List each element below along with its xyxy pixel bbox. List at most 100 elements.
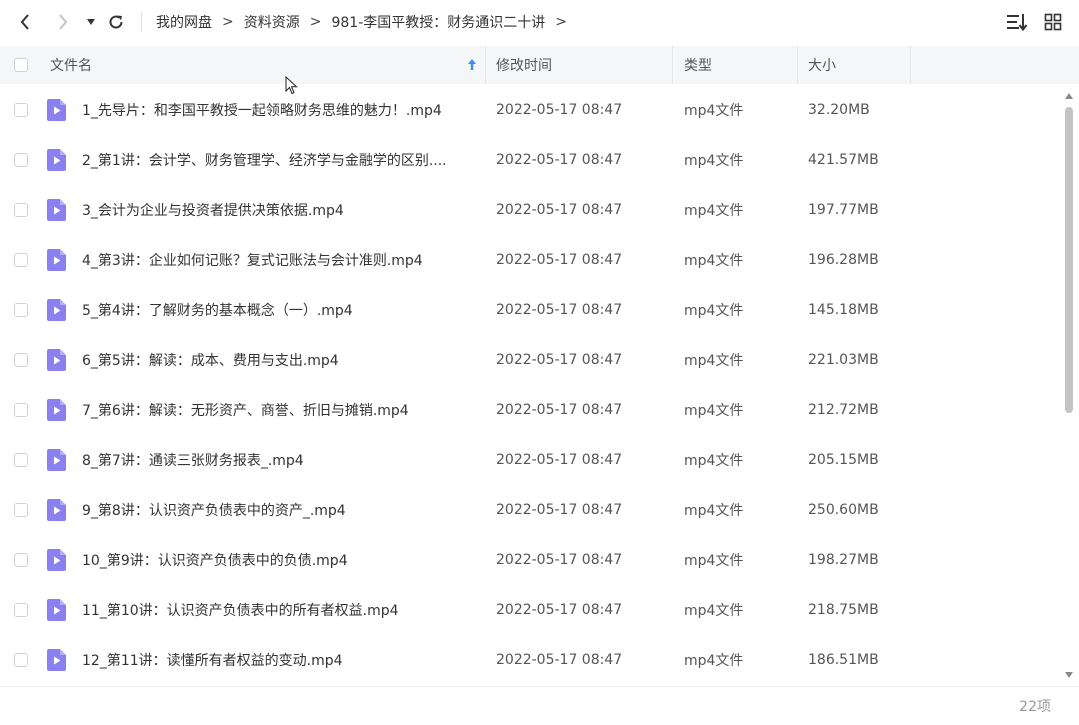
file-type: mp4文件: [684, 503, 744, 519]
file-row[interactable]: 12_第11讲：读懂所有者权益的变动.mp4 2022-05-17 08:47 mp…: [0, 635, 1060, 685]
row-checkbox-cell: [14, 335, 28, 385]
file-row[interactable]: 4_第3讲：企业如何记账？复式记账法与会计准则.mp4 2022-05-17 08…: [0, 235, 1060, 285]
file-modified-date: 2022-05-17 08:47: [496, 452, 623, 468]
file-row[interactable]: 2_第1讲：会计学、财务管理学、经济学与金融学的区别.... 2022-05-17…: [0, 135, 1060, 185]
grid-view-button[interactable]: [1042, 11, 1064, 33]
file-name[interactable]: 2_第1讲：会计学、财务管理学、经济学与金融学的区别....: [82, 135, 477, 185]
file-name[interactable]: 11_第10讲：认识资产负债表中的所有者权益.mp4: [82, 585, 477, 635]
grid-view-icon: [1044, 13, 1062, 31]
row-checkbox-cell: [14, 285, 28, 335]
video-file-icon: [46, 335, 66, 385]
row-checkbox[interactable]: [14, 203, 28, 217]
file-name[interactable]: 5_第4讲：了解财务的基本概念（一）.mp4: [82, 285, 477, 335]
file-size: 421.57MB: [808, 152, 879, 168]
file-row[interactable]: 11_第10讲：认识资产负债表中的所有者权益.mp4 2022-05-17 08:…: [0, 585, 1060, 635]
chevron-right-icon: [59, 14, 68, 30]
back-button[interactable]: [16, 8, 34, 36]
file-type: mp4文件: [684, 403, 744, 419]
file-size: 205.15MB: [808, 452, 879, 468]
row-checkbox[interactable]: [14, 453, 28, 467]
file-modified-date: 2022-05-17 08:47: [496, 202, 623, 218]
file-row[interactable]: 10_第9讲：认识资产负债表中的负债.mp4 2022-05-17 08:47 mp…: [0, 535, 1060, 585]
row-checkbox[interactable]: [14, 253, 28, 267]
row-checkbox[interactable]: [14, 403, 28, 417]
file-name[interactable]: 10_第9讲：认识资产负债表中的负债.mp4: [82, 535, 477, 585]
column-modified[interactable]: 修改时间: [496, 46, 552, 84]
file-modified-date: 2022-05-17 08:47: [496, 652, 623, 668]
select-all-checkbox[interactable]: [14, 58, 28, 72]
column-size-label: 大小: [808, 58, 836, 74]
file-size: 32.20MB: [808, 102, 870, 118]
file-modified-date: 2022-05-17 08:47: [496, 352, 623, 368]
sort-button[interactable]: [1006, 11, 1028, 33]
file-row[interactable]: 8_第7讲：通读三张财务报表_.mp4 2022-05-17 08:47 mp4文件…: [0, 435, 1060, 485]
file-name[interactable]: 4_第3讲：企业如何记账？复式记账法与会计准则.mp4: [82, 235, 477, 285]
file-modified-date: 2022-05-17 08:47: [496, 502, 623, 518]
mouse-cursor-icon: [285, 76, 298, 95]
scroll-up-arrow-icon[interactable]: [1065, 93, 1073, 99]
scroll-down-arrow-icon[interactable]: [1065, 672, 1073, 678]
row-checkbox[interactable]: [14, 153, 28, 167]
file-row[interactable]: 3_会计为企业与投资者提供决策依据.mp4 2022-05-17 08:47 mp4…: [0, 185, 1060, 235]
forward-button[interactable]: [54, 8, 72, 36]
file-size: 212.72MB: [808, 402, 879, 418]
breadcrumb: 我的网盘 > 资料资源 > 981-李国平教授：财务通识二十讲 >: [156, 0, 577, 44]
breadcrumb-item-folder[interactable]: 资料资源: [244, 12, 300, 32]
file-name[interactable]: 12_第11讲：读懂所有者权益的变动.mp4: [82, 635, 477, 685]
sort-icon: [1007, 14, 1028, 31]
row-checkbox[interactable]: [14, 353, 28, 367]
column-divider[interactable]: [910, 46, 911, 84]
file-type: mp4文件: [684, 103, 744, 119]
file-row[interactable]: 9_第8讲：认识资产负债表中的资产_.mp4 2022-05-17 08:47 mp…: [0, 485, 1060, 535]
column-type-label: 类型: [684, 58, 712, 74]
file-name[interactable]: 8_第7讲：通读三张财务报表_.mp4: [82, 435, 477, 485]
select-all-cell: [14, 46, 28, 84]
file-name[interactable]: 7_第6讲：解读：无形资产、商誉、折旧与摊销.mp4: [82, 385, 477, 435]
scrollbar-thumb[interactable]: [1065, 107, 1073, 413]
breadcrumb-item-root[interactable]: 我的网盘: [156, 12, 212, 32]
sort-ascending-arrow-icon: [468, 59, 476, 70]
row-checkbox[interactable]: [14, 553, 28, 567]
file-type: mp4文件: [684, 153, 744, 169]
file-type: mp4文件: [684, 553, 744, 569]
file-size: 218.75MB: [808, 602, 879, 618]
column-name[interactable]: 文件名: [50, 46, 485, 84]
file-name[interactable]: 3_会计为企业与投资者提供决策依据.mp4: [82, 185, 477, 235]
row-checkbox-cell: [14, 135, 28, 185]
file-type: mp4文件: [684, 653, 744, 669]
breadcrumb-item-current[interactable]: 981-李国平教授：财务通识二十讲: [331, 12, 545, 32]
video-file-icon: [46, 235, 66, 285]
file-name[interactable]: 1_先导片：和李国平教授一起领略财务思维的魅力！.mp4: [82, 85, 477, 135]
file-size: 196.28MB: [808, 252, 879, 268]
status-bar: 22项: [0, 686, 1079, 725]
video-file-icon: [46, 285, 66, 335]
refresh-button[interactable]: [106, 8, 126, 36]
file-name[interactable]: 6_第5讲：解读：成本、费用与支出.mp4: [82, 335, 477, 385]
column-name-label: 文件名: [50, 58, 92, 74]
history-dropdown-button[interactable]: [84, 8, 98, 36]
column-size[interactable]: 大小: [808, 46, 836, 84]
row-checkbox[interactable]: [14, 303, 28, 317]
file-row[interactable]: 6_第5讲：解读：成本、费用与支出.mp4 2022-05-17 08:47 mp4…: [0, 335, 1060, 385]
video-file-icon: [46, 435, 66, 485]
file-name[interactable]: 9_第8讲：认识资产负债表中的资产_.mp4: [82, 485, 477, 535]
video-file-icon: [46, 385, 66, 435]
column-type[interactable]: 类型: [684, 46, 712, 84]
row-checkbox[interactable]: [14, 653, 28, 667]
file-list: 1_先导片：和李国平教授一起领略财务思维的魅力！.mp4 2022-05-17 0…: [0, 85, 1060, 685]
row-checkbox[interactable]: [14, 103, 28, 117]
column-divider[interactable]: [672, 46, 673, 84]
video-file-icon: [46, 535, 66, 585]
file-row[interactable]: 5_第4讲：了解财务的基本概念（一）.mp4 2022-05-17 08:47 mp…: [0, 285, 1060, 335]
column-divider[interactable]: [797, 46, 798, 84]
file-size: 197.77MB: [808, 202, 879, 218]
caret-down-icon: [87, 19, 95, 25]
file-row[interactable]: 1_先导片：和李国平教授一起领略财务思维的魅力！.mp4 2022-05-17 0…: [0, 85, 1060, 135]
column-divider[interactable]: [485, 46, 486, 84]
vertical-scrollbar[interactable]: [1062, 85, 1076, 685]
row-checkbox[interactable]: [14, 503, 28, 517]
file-type: mp4文件: [684, 603, 744, 619]
row-checkbox[interactable]: [14, 603, 28, 617]
file-row[interactable]: 7_第6讲：解读：无形资产、商誉、折旧与摊销.mp4 2022-05-17 08:…: [0, 385, 1060, 435]
breadcrumb-separator: >: [555, 14, 567, 30]
